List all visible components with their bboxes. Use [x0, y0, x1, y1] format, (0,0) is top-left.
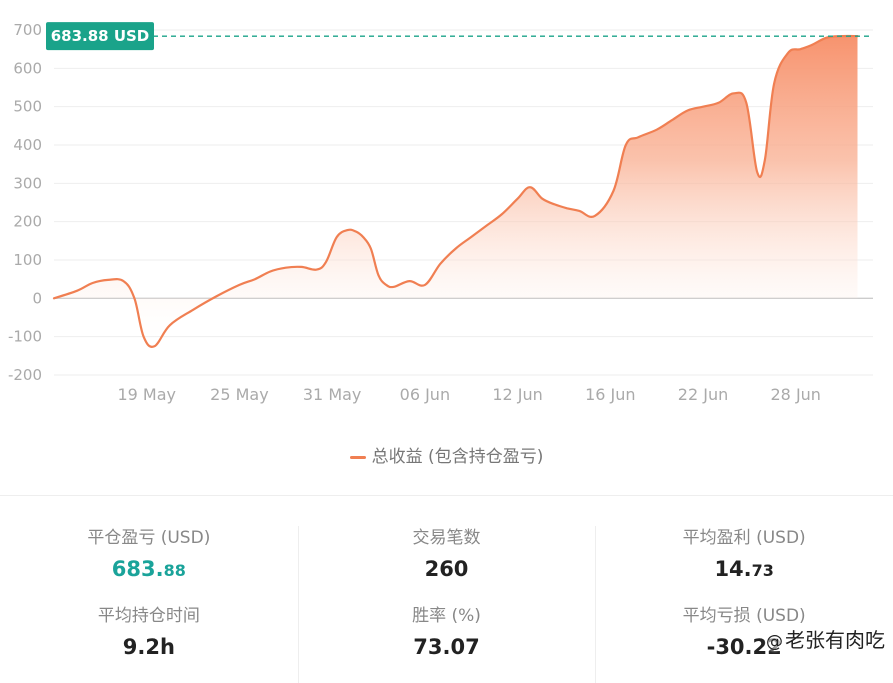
- stat-trade-count: 交易笔数 260: [298, 526, 596, 582]
- y-tick-label: 100: [13, 251, 42, 269]
- trading-stats-page: 700 600 500 400 300 200 100 0 -100 -200 19 May 25 …: [0, 0, 893, 683]
- y-tick-label: 300: [13, 174, 42, 192]
- y-tick-label: 0: [32, 289, 42, 307]
- y-tick-label: 200: [13, 213, 42, 231]
- y-tick-label: 400: [13, 136, 42, 154]
- y-tick-label: -200: [8, 366, 42, 384]
- stat-label: 交易笔数: [412, 528, 481, 548]
- stat-label: 平均持仓时间: [97, 606, 200, 626]
- chart-legend[interactable]: 总收益 (包含持仓盈亏): [0, 442, 893, 467]
- y-tick-label: -100: [8, 328, 42, 346]
- stats-panel: 平仓盈亏 (USD) 683.88 平均持仓时间 9.2h 交易笔数 260 胜…: [0, 496, 893, 683]
- stat-win-rate: 胜率 (%) 73.07: [298, 604, 596, 660]
- y-tick-label: 700: [13, 21, 42, 39]
- profit-chart: 700 600 500 400 300 200 100 0 -100 -200 19 May 25 …: [8, 21, 873, 404]
- x-axis-ticks: 19 May 25 May 31 May 06 Jun 12 Jun 16 Jun 22 J…: [117, 385, 821, 404]
- stat-value: 9.2h: [122, 635, 175, 659]
- stat-closed-pnl: 平仓盈亏 (USD) 683.88: [0, 526, 298, 584]
- stat-avg-profit: 平均盈利 (USD) 14.73: [595, 526, 893, 584]
- y-axis-ticks: 700 600 500 400 300 200 100 0 -100 -200: [8, 21, 42, 384]
- x-tick-label: 28 Jun: [771, 385, 821, 404]
- stat-label: 胜率 (%): [412, 606, 481, 626]
- stat-label: 平仓盈亏 (USD): [87, 528, 211, 548]
- stat-value: 683.88: [111, 557, 186, 581]
- watermark-text: 老张有肉吃: [785, 628, 885, 652]
- x-tick-label: 06 Jun: [400, 385, 450, 404]
- legend-line-swatch-icon: [349, 455, 366, 459]
- watermark: @ 老张有肉吃: [766, 624, 885, 653]
- stats-column-middle: 交易笔数 260 胜率 (%) 73.07: [297, 496, 596, 683]
- stats-column-left: 平仓盈亏 (USD) 683.88 平均持仓时间 9.2h: [0, 496, 298, 683]
- x-tick-label: 16 Jun: [585, 385, 635, 404]
- legend-label: 总收益 (包含持仓盈亏): [371, 447, 544, 467]
- profit-area: [54, 36, 858, 347]
- stat-value: 260: [424, 557, 469, 581]
- current-value-badge: 683.88 USD: [46, 22, 154, 51]
- x-tick-label: 22 Jun: [678, 385, 728, 404]
- x-tick-label: 31 May: [303, 385, 362, 404]
- stat-avg-hold-time: 平均持仓时间 9.2h: [0, 604, 298, 660]
- y-tick-label: 600: [13, 59, 42, 77]
- stats-column-right: 平均盈利 (USD) 14.73 平均亏损 (USD) -30.22: [595, 496, 893, 683]
- x-tick-label: 19 May: [117, 385, 176, 404]
- x-tick-label: 25 May: [210, 385, 269, 404]
- stat-label: 平均盈利 (USD): [682, 528, 806, 548]
- x-tick-label: 12 Jun: [492, 385, 542, 404]
- y-tick-label: 500: [13, 98, 42, 116]
- stat-value: 73.07: [413, 635, 480, 659]
- stat-value: 14.73: [714, 557, 774, 581]
- current-value-label: 683.88 USD: [51, 27, 150, 45]
- at-icon: @: [766, 632, 783, 652]
